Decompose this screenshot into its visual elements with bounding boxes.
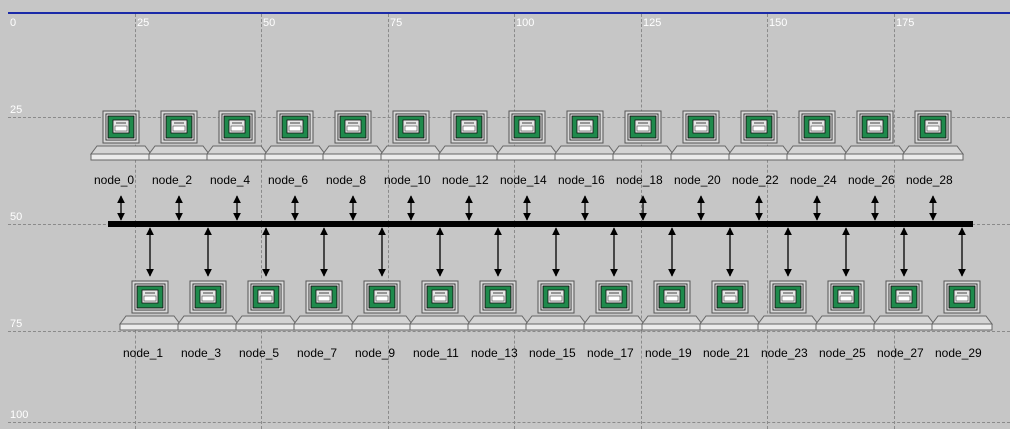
node-label: node_2 <box>152 173 193 187</box>
network-node[interactable] <box>495 110 559 162</box>
network-node[interactable] <box>408 280 472 332</box>
network-node[interactable] <box>553 110 617 162</box>
computer-icon <box>119 280 181 331</box>
node-label: node_4 <box>210 173 251 187</box>
computer-icon <box>583 280 645 331</box>
node-label: node_11 <box>413 346 459 360</box>
computer-icon <box>322 110 384 161</box>
computer-icon <box>612 110 674 161</box>
network-node[interactable] <box>89 110 153 162</box>
network-node[interactable] <box>234 280 298 332</box>
network-node[interactable] <box>756 280 820 332</box>
node-label: node_25 <box>819 346 866 360</box>
computer-icon <box>786 110 848 161</box>
node-label: node_18 <box>616 173 663 187</box>
computer-icon <box>90 110 152 161</box>
network-node[interactable] <box>350 280 414 332</box>
network-node[interactable] <box>466 280 530 332</box>
computer-icon <box>438 110 500 161</box>
computer-icon <box>351 280 413 331</box>
network-node[interactable] <box>524 280 588 332</box>
network-node[interactable] <box>872 280 936 332</box>
computer-icon <box>902 110 964 161</box>
node-label: node_14 <box>500 173 547 187</box>
node-label: node_1 <box>123 346 164 360</box>
network-node[interactable] <box>582 280 646 332</box>
node-label: node_19 <box>645 346 692 360</box>
network-node[interactable] <box>611 110 675 162</box>
computer-icon <box>670 110 732 161</box>
node-label: node_28 <box>906 173 953 187</box>
node-label: node_5 <box>239 346 280 360</box>
network-node[interactable] <box>321 110 385 162</box>
network-node[interactable] <box>930 280 994 332</box>
network-node[interactable] <box>640 280 704 332</box>
computer-icon <box>728 110 790 161</box>
computer-icon <box>177 280 239 331</box>
computer-icon <box>554 110 616 161</box>
computer-icon <box>699 280 761 331</box>
links-layer <box>108 195 973 277</box>
node-label: node_17 <box>587 346 634 360</box>
computer-icon <box>235 280 297 331</box>
node-label: node_9 <box>355 346 396 360</box>
computer-icon <box>148 110 210 161</box>
network-node[interactable] <box>118 280 182 332</box>
computer-icon <box>525 280 587 331</box>
network-node[interactable] <box>785 110 849 162</box>
computer-icon <box>873 280 935 331</box>
computer-icon <box>815 280 877 331</box>
node-label: node_10 <box>384 173 431 187</box>
computer-icon <box>757 280 819 331</box>
computer-icon <box>206 110 268 161</box>
node-label: node_0 <box>94 173 135 187</box>
network-node[interactable] <box>292 280 356 332</box>
network-node[interactable] <box>437 110 501 162</box>
network-node[interactable] <box>205 110 269 162</box>
computer-icon <box>380 110 442 161</box>
node-label: node_7 <box>297 346 338 360</box>
node-label: node_22 <box>732 173 779 187</box>
network-node[interactable] <box>379 110 443 162</box>
computer-icon <box>641 280 703 331</box>
computer-icon <box>293 280 355 331</box>
node-label: node_8 <box>326 173 367 187</box>
node-label: node_23 <box>761 346 808 360</box>
computer-icon <box>467 280 529 331</box>
node-label: node_3 <box>181 346 222 360</box>
network-node[interactable] <box>147 110 211 162</box>
node-label: node_12 <box>442 173 489 187</box>
network-node[interactable] <box>176 280 240 332</box>
network-node[interactable] <box>669 110 733 162</box>
node-label: node_13 <box>471 346 518 360</box>
network-node[interactable] <box>698 280 762 332</box>
network-node[interactable] <box>814 280 878 332</box>
network-node[interactable] <box>843 110 907 162</box>
computer-icon <box>931 280 993 331</box>
node-label: node_24 <box>790 173 837 187</box>
node-label: node_27 <box>877 346 924 360</box>
network-node[interactable] <box>263 110 327 162</box>
computer-icon <box>264 110 326 161</box>
node-label: node_6 <box>268 173 309 187</box>
network-canvas[interactable]: 0 25 50 75 100 125 150 175 25 50 75 100 node_0 node_… <box>0 0 1010 429</box>
computer-icon <box>409 280 471 331</box>
computer-icon <box>844 110 906 161</box>
node-label: node_20 <box>674 173 721 187</box>
network-node[interactable] <box>727 110 791 162</box>
node-label: node_15 <box>529 346 576 360</box>
network-node[interactable] <box>901 110 965 162</box>
node-label: node_26 <box>848 173 895 187</box>
node-label: node_29 <box>935 346 982 360</box>
computer-icon <box>496 110 558 161</box>
node-label: node_16 <box>558 173 605 187</box>
node-label: node_21 <box>703 346 750 360</box>
